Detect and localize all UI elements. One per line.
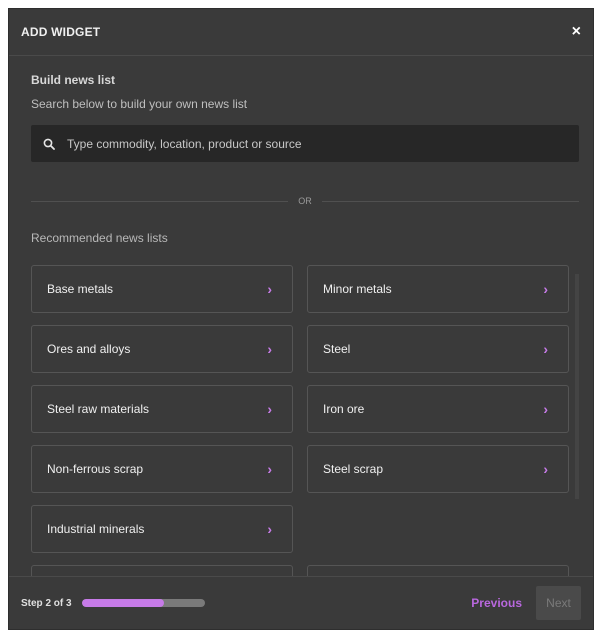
recommended-title: Recommended news lists (31, 231, 168, 245)
divider-line-left (31, 200, 289, 202)
card-label: Minor metals (323, 282, 392, 296)
add-widget-modal: ADD WIDGET × Build news list Search belo… (8, 8, 594, 630)
card-label: Steel raw materials (47, 402, 150, 416)
chevron-right-icon: › (543, 341, 548, 357)
progress-bar-fill (81, 599, 164, 607)
build-news-list-subtitle: Search below to build your own news list (31, 97, 248, 111)
chevron-right-icon: › (267, 281, 272, 297)
search-icon (43, 138, 55, 150)
chevron-right-icon: › (267, 521, 272, 537)
chevron-right-icon: › (543, 401, 548, 417)
card-label: Non-ferrous scrap (47, 462, 144, 476)
chevron-right-icon: › (267, 401, 272, 417)
chevron-right-icon: › (267, 341, 272, 357)
news-list-card-iron-ore[interactable]: Iron ore › (307, 385, 569, 433)
next-button[interactable]: Next (536, 586, 581, 620)
modal-header: ADD WIDGET × (9, 9, 593, 56)
news-list-card-non-ferrous-scrap[interactable]: Non-ferrous scrap › (31, 445, 293, 493)
card-label: Steel scrap (323, 462, 384, 476)
modal-footer: Step 2 of 3 Previous Next (9, 576, 593, 629)
search-box[interactable] (31, 124, 579, 163)
card-label: Iron ore (323, 402, 365, 416)
news-list-card-industrial-minerals[interactable]: Industrial minerals › (31, 505, 293, 553)
news-list-card-steel-raw-materials[interactable]: Steel raw materials › (31, 385, 293, 433)
card-label: Base metals (47, 282, 114, 296)
news-list-card-ores-and-alloys[interactable]: Ores and alloys › (31, 325, 293, 373)
card-label: Industrial minerals (47, 522, 145, 536)
chevron-right-icon: › (543, 461, 548, 477)
news-list-card-steel-scrap[interactable]: Steel scrap › (307, 445, 569, 493)
search-input[interactable] (65, 124, 579, 163)
recommended-list-grid[interactable]: Base metals › Minor metals › Ores and al… (31, 265, 573, 578)
or-divider: OR (31, 195, 579, 207)
previous-button[interactable]: Previous (471, 596, 522, 610)
or-label: OR (298, 196, 312, 206)
news-list-card-minor-metals[interactable]: Minor metals › (307, 265, 569, 313)
news-list-card-steel[interactable]: Steel › (307, 325, 569, 373)
chevron-right-icon: › (543, 281, 548, 297)
divider-line-right (321, 200, 579, 202)
progress-bar (81, 599, 205, 607)
card-label: Ores and alloys (47, 342, 131, 356)
scrollbar[interactable] (575, 274, 579, 499)
close-icon[interactable]: × (572, 24, 581, 40)
card-label: Steel (323, 342, 351, 356)
build-news-list-title: Build news list (31, 73, 116, 87)
news-list-card-base-metals[interactable]: Base metals › (31, 265, 293, 313)
modal-title: ADD WIDGET (21, 25, 101, 39)
step-indicator: Step 2 of 3 (21, 597, 72, 609)
chevron-right-icon: › (267, 461, 272, 477)
